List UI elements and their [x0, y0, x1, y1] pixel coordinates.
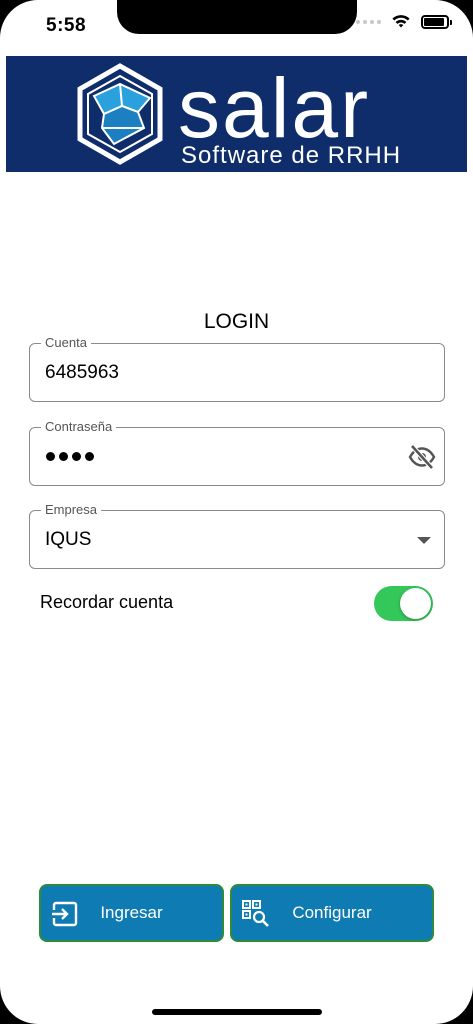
company-select-label: Empresa	[41, 502, 102, 517]
signal-icon	[356, 19, 381, 24]
password-field-label: Contraseña	[41, 419, 117, 434]
remember-account-toggle[interactable]	[374, 586, 433, 621]
app-screen: 5:58 salar Software de RRHH LOGIN Cuenta…	[0, 0, 473, 1024]
configure-button[interactable]: Configurar	[230, 884, 434, 942]
account-field[interactable]: Cuenta 6485963	[29, 335, 445, 402]
dropdown-caret-icon[interactable]	[417, 537, 431, 544]
configure-button-label: Configurar	[292, 903, 372, 922]
status-icons	[356, 14, 452, 29]
password-mask[interactable]	[46, 452, 94, 461]
logo-icon	[77, 63, 163, 165]
status-bar: 5:58	[0, 0, 473, 52]
brand-tagline: Software de RRHH	[181, 142, 402, 169]
wifi-icon	[392, 15, 410, 28]
home-indicator[interactable]	[152, 1009, 322, 1015]
eye-off-icon[interactable]	[408, 444, 436, 470]
battery-icon	[421, 14, 452, 29]
account-field-label: Cuenta	[41, 335, 91, 350]
brand-banner: salar Software de RRHH	[6, 56, 467, 172]
company-select-value[interactable]: IQUS	[45, 529, 91, 551]
password-field[interactable]: Contraseña	[29, 419, 445, 486]
toggle-knob	[400, 588, 431, 619]
status-time: 5:58	[46, 15, 87, 36]
device-notch	[117, 0, 357, 34]
login-button[interactable]: Ingresar	[39, 884, 224, 942]
company-select[interactable]: Empresa IQUS	[29, 502, 445, 569]
remember-account-label: Recordar cuenta	[40, 592, 174, 612]
login-button-label: Ingresar	[100, 903, 163, 922]
account-field-value[interactable]: 6485963	[45, 362, 119, 384]
page-title: LOGIN	[203, 310, 270, 333]
